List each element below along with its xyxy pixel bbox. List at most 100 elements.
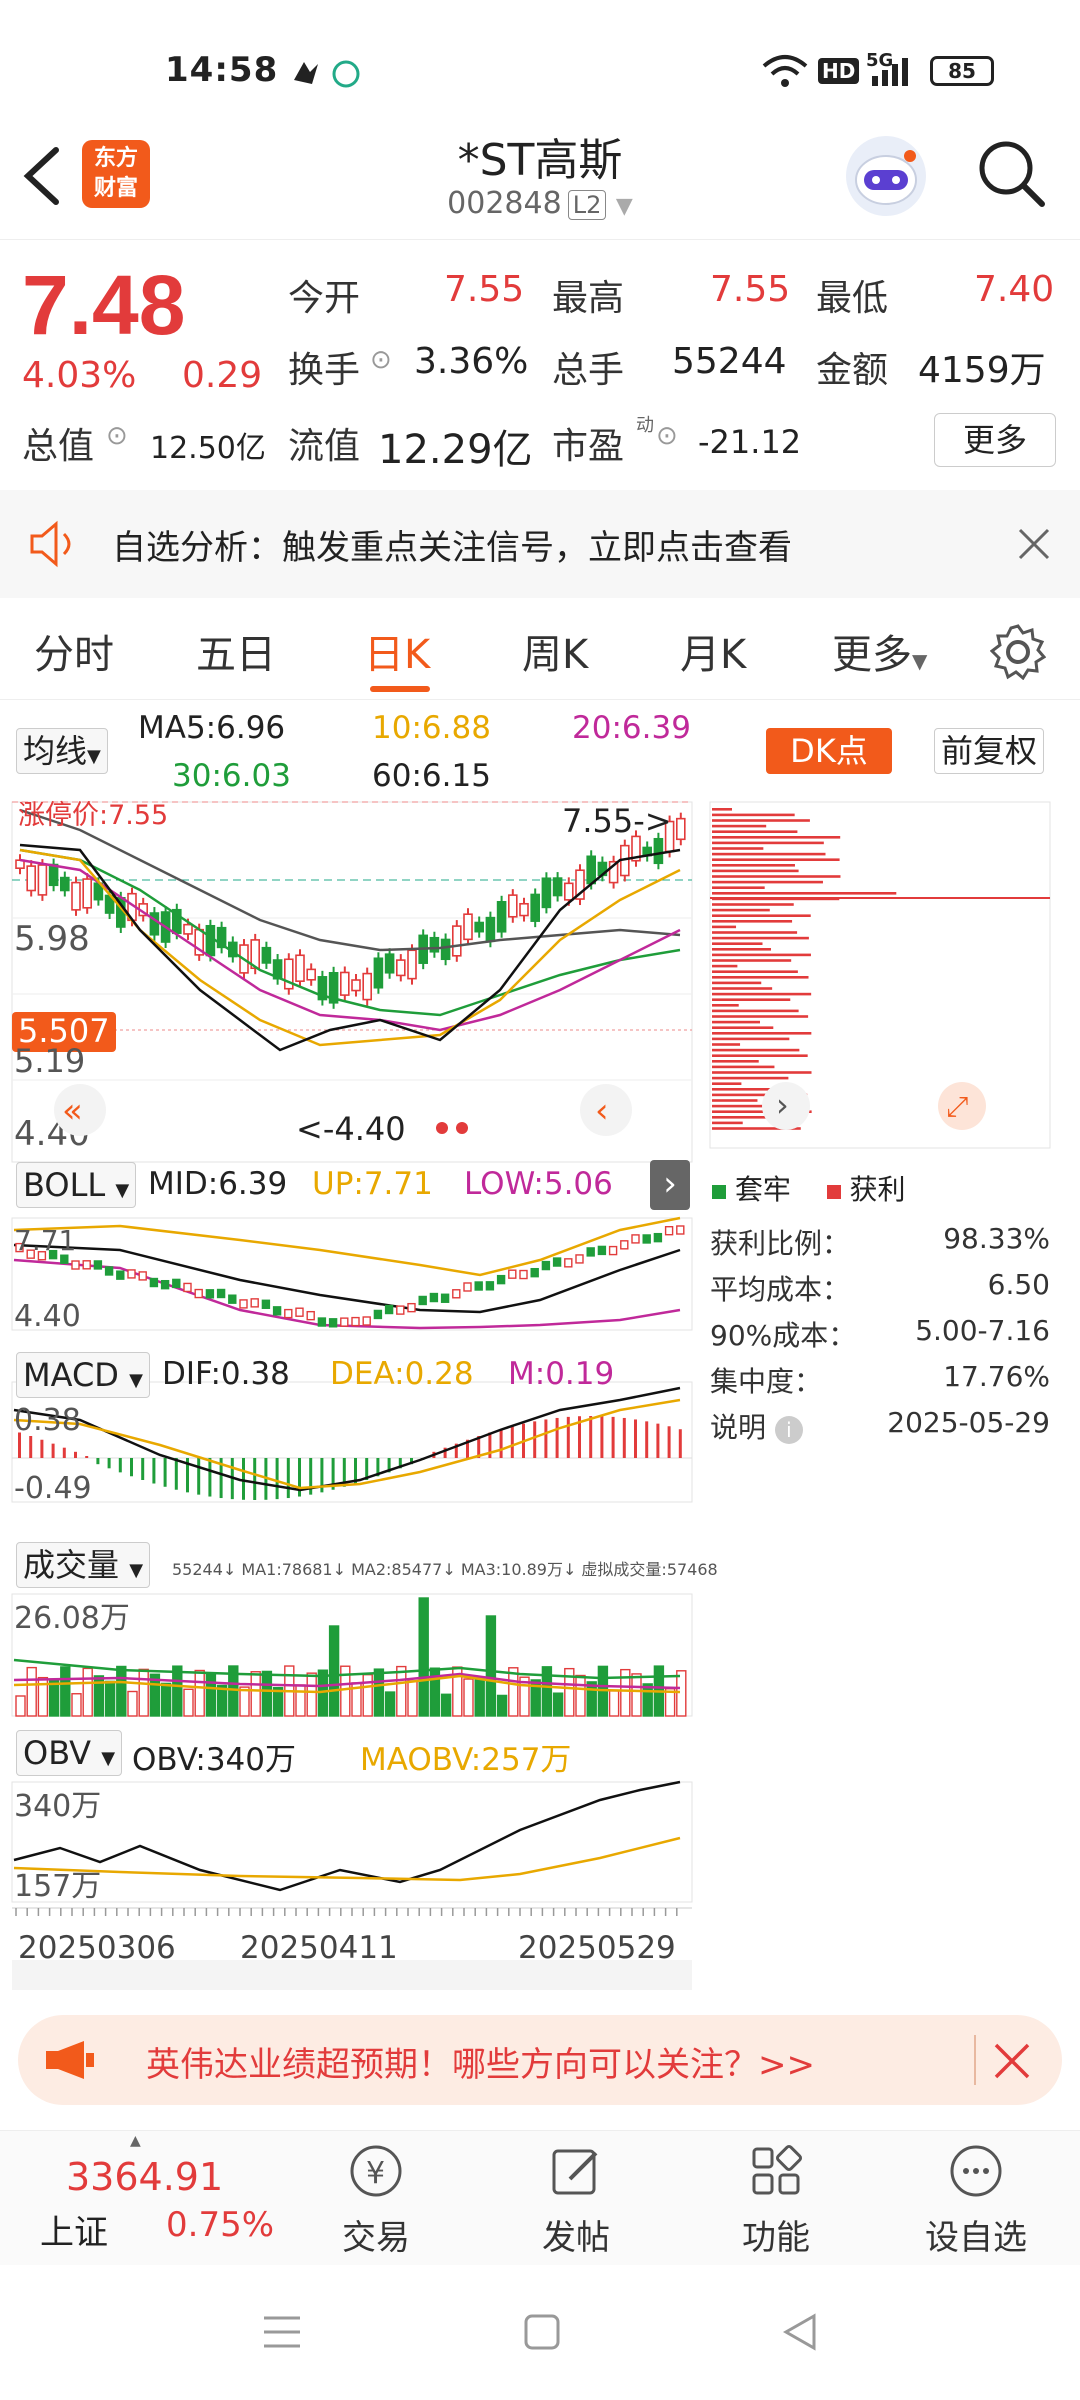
volume-bar bbox=[407, 1680, 418, 1717]
l2-badge[interactable]: L2 bbox=[567, 190, 607, 220]
battery-level: 85 bbox=[948, 59, 976, 83]
chevron-down-icon[interactable]: ▼ bbox=[616, 194, 633, 219]
volume-bar bbox=[463, 1678, 474, 1717]
chip-bar bbox=[712, 1037, 790, 1041]
macd-bar bbox=[51, 1443, 55, 1458]
tab-daily-k[interactable]: 日K bbox=[364, 622, 430, 680]
volume-bar bbox=[508, 1667, 519, 1717]
adjust-button[interactable]: 前复权 bbox=[934, 728, 1045, 774]
gear-icon[interactable] bbox=[990, 624, 1046, 680]
chevron-right-icon[interactable]: › bbox=[776, 1086, 789, 1124]
candle bbox=[451, 925, 462, 957]
search-icon[interactable] bbox=[976, 138, 1048, 210]
info-icon[interactable]: i bbox=[774, 1416, 803, 1444]
obv-bottom-value: 157万 bbox=[14, 1869, 101, 1904]
index-value[interactable]: 3364.91 bbox=[66, 2155, 223, 2199]
chip-bar bbox=[712, 1065, 775, 1069]
caret-down-icon: ▼ bbox=[115, 1180, 130, 1201]
high-label: 最高 bbox=[552, 278, 625, 319]
boll-candle bbox=[575, 1254, 584, 1264]
volume-bar bbox=[60, 1666, 71, 1717]
boll-candle bbox=[272, 1306, 282, 1316]
boll-top-value: 7.71 bbox=[14, 1224, 76, 1257]
tab-5day[interactable]: 五日 bbox=[196, 622, 276, 680]
volume-selector[interactable]: 成交量 ▼ bbox=[16, 1542, 151, 1588]
analysis-notice[interactable]: 自选分析：触发重点关注信号，立即点击查看 bbox=[0, 490, 1080, 598]
chip-bar bbox=[712, 841, 824, 845]
chip-date: 2025-05-29 bbox=[887, 1406, 1050, 1439]
index-name[interactable]: 上证 bbox=[40, 2205, 108, 2254]
tab-monthly-k[interactable]: 月K bbox=[680, 622, 746, 680]
candle bbox=[519, 902, 529, 917]
float-value: 12.29亿 bbox=[378, 427, 533, 473]
robot-assistant-icon[interactable] bbox=[846, 136, 926, 216]
tab-intraday[interactable]: 分时 bbox=[34, 622, 114, 680]
nav-post[interactable]: 发帖 bbox=[506, 2141, 646, 2259]
nav-functions[interactable]: 功能 bbox=[706, 2141, 846, 2259]
macd-dif: DIF:0.38 bbox=[162, 1356, 290, 1392]
caret-down-icon: ▼ bbox=[101, 1748, 116, 1769]
macd-bar bbox=[533, 1421, 537, 1458]
maobv-value: MAOBV:257万 bbox=[360, 1742, 572, 1778]
close-icon[interactable] bbox=[1016, 526, 1052, 562]
chip-note-row[interactable]: 说明 i 2025-05-29 bbox=[710, 1406, 1050, 1446]
chip-bar bbox=[712, 824, 767, 828]
chip-bar bbox=[712, 908, 770, 912]
caret-up-icon[interactable]: ▲ bbox=[130, 2133, 141, 2149]
period-tabs: 分时 五日 日K 周K 月K 更多▼ bbox=[0, 600, 1080, 700]
boll-candle bbox=[183, 1282, 192, 1293]
menu-icon[interactable] bbox=[262, 2312, 302, 2352]
expand-icon[interactable]: ⤢ bbox=[946, 1090, 968, 1123]
system-navigation bbox=[0, 2268, 1080, 2400]
date-start: 20250306 bbox=[18, 1930, 176, 1966]
macd-selector-label: MACD bbox=[23, 1356, 119, 1394]
boll-selector-label: BOLL bbox=[23, 1166, 106, 1204]
macd-bar bbox=[85, 1456, 89, 1458]
chevron-left-icon[interactable]: ‹ bbox=[595, 1091, 609, 1131]
volume-bar bbox=[362, 1673, 373, 1717]
tab-weekly-k[interactable]: 周K bbox=[522, 622, 588, 680]
home-icon[interactable] bbox=[522, 2312, 562, 2352]
chip-bar bbox=[712, 808, 732, 811]
boll-candle bbox=[631, 1234, 640, 1244]
pe-value: -21.12 bbox=[698, 423, 802, 461]
volume-bar bbox=[676, 1670, 687, 1717]
boll-candle bbox=[474, 1281, 483, 1291]
tab-more[interactable]: 更多▼ bbox=[832, 622, 927, 680]
obv-selector[interactable]: OBV ▼ bbox=[16, 1730, 123, 1776]
dk-point-button[interactable]: DK点 bbox=[766, 728, 892, 774]
chip-bar bbox=[712, 892, 897, 895]
info-icon[interactable]: ⊙ bbox=[370, 345, 392, 375]
index-change[interactable]: 0.75% bbox=[166, 2205, 274, 2245]
more-button[interactable]: 更多 bbox=[934, 413, 1056, 467]
boll-panel bbox=[11, 1217, 693, 1331]
price-tick-519: 5.19 bbox=[14, 1042, 85, 1080]
info-icon[interactable]: ⊙ bbox=[656, 421, 678, 451]
macd-selector[interactable]: MACD ▼ bbox=[16, 1352, 150, 1398]
nav-add-watchlist[interactable]: 设自选 bbox=[906, 2141, 1046, 2259]
candle bbox=[552, 877, 563, 897]
chevron-right-icon[interactable]: › bbox=[650, 1160, 690, 1210]
volume-bar bbox=[552, 1692, 564, 1717]
volume-selector-label: 成交量 bbox=[23, 1546, 120, 1584]
boll-candle bbox=[362, 1316, 371, 1326]
volume-bar bbox=[116, 1665, 127, 1717]
boll-selector[interactable]: BOLL ▼ bbox=[16, 1162, 137, 1208]
promo-banner[interactable]: 英伟达业绩超预期！哪些方向可以关注？>> bbox=[18, 2015, 1062, 2105]
battery-icon: 85 bbox=[930, 56, 994, 86]
chip-bar bbox=[712, 931, 798, 934]
double-left-icon[interactable]: « bbox=[62, 1091, 83, 1131]
obv-selector-label: OBV bbox=[23, 1734, 92, 1772]
back-nav-icon[interactable] bbox=[780, 2312, 820, 2352]
ma-selector[interactable]: 均线▼ bbox=[16, 728, 108, 774]
boll-candle bbox=[216, 1288, 226, 1299]
chip-stat-key: 平均成本： bbox=[710, 1273, 851, 1306]
info-icon[interactable]: ⊙ bbox=[106, 421, 128, 451]
boll-candle bbox=[384, 1304, 394, 1315]
boll-candle bbox=[608, 1245, 618, 1256]
active-tab-indicator bbox=[370, 686, 430, 692]
nav-trade[interactable]: ¥ 交易 bbox=[306, 2141, 446, 2259]
close-icon[interactable] bbox=[992, 2041, 1032, 2081]
macd-bar bbox=[678, 1429, 682, 1458]
chip-stat-value: 6.50 bbox=[987, 1268, 1050, 1301]
